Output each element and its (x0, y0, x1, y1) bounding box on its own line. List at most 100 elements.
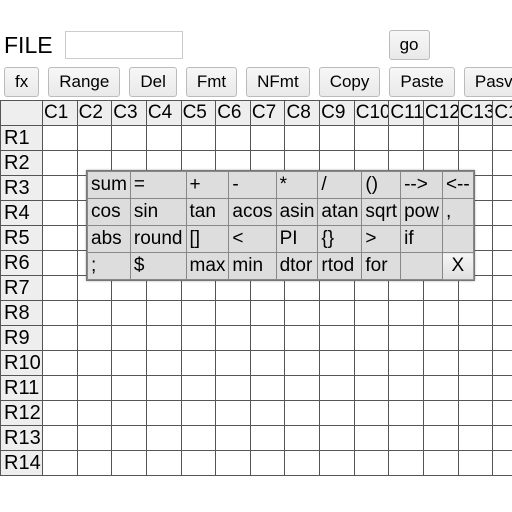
cell[interactable] (216, 351, 251, 376)
cell[interactable] (389, 326, 424, 351)
cell[interactable] (216, 326, 251, 351)
cell[interactable] (285, 426, 320, 451)
row-header[interactable]: R10 (1, 351, 43, 376)
cell[interactable] (424, 301, 459, 326)
range-button[interactable]: Range (48, 67, 120, 97)
cell[interactable] (493, 301, 512, 326)
cell[interactable] (112, 401, 147, 426)
cell[interactable] (458, 351, 493, 376)
cell[interactable] (181, 126, 216, 151)
fx-key[interactable]: tan (186, 199, 229, 226)
cell[interactable] (77, 126, 112, 151)
col-header[interactable]: C8 (285, 101, 320, 126)
cell[interactable] (146, 326, 181, 351)
cell[interactable] (493, 376, 512, 401)
cell[interactable] (216, 301, 251, 326)
cell[interactable] (285, 376, 320, 401)
cell[interactable] (389, 376, 424, 401)
cell[interactable] (146, 376, 181, 401)
cell[interactable] (424, 451, 459, 476)
cell[interactable] (320, 401, 355, 426)
cell[interactable] (77, 326, 112, 351)
cell[interactable] (458, 376, 493, 401)
cell[interactable] (181, 451, 216, 476)
cell[interactable] (112, 426, 147, 451)
cell[interactable] (320, 301, 355, 326)
spreadsheet-grid[interactable]: C1C2C3C4C5C6C7C8C9C10C11C12C13C14R1R2R3R… (0, 100, 512, 476)
fx-key[interactable]: < (229, 226, 276, 253)
cell[interactable] (250, 351, 285, 376)
fx-key[interactable]: asin (276, 199, 318, 226)
cell[interactable] (320, 351, 355, 376)
cell[interactable] (146, 401, 181, 426)
cell[interactable] (216, 401, 251, 426)
row-header[interactable]: R12 (1, 401, 43, 426)
cell[interactable] (354, 326, 389, 351)
row-header[interactable]: R7 (1, 276, 43, 301)
cell[interactable] (77, 351, 112, 376)
cell[interactable] (181, 376, 216, 401)
cell[interactable] (354, 376, 389, 401)
row-header[interactable]: R9 (1, 326, 43, 351)
cell[interactable] (43, 351, 78, 376)
fx-key[interactable]: sin (130, 199, 186, 226)
fx-key[interactable]: atan (318, 199, 362, 226)
fx-key[interactable]: min (229, 253, 276, 280)
cell[interactable] (493, 251, 512, 276)
cell[interactable] (458, 401, 493, 426)
cell[interactable] (389, 351, 424, 376)
cell[interactable] (43, 401, 78, 426)
cell[interactable] (43, 251, 78, 276)
col-header[interactable]: C12 (424, 101, 459, 126)
fx-key[interactable]: $ (130, 253, 186, 280)
cell[interactable] (424, 401, 459, 426)
cell[interactable] (146, 351, 181, 376)
cell[interactable] (216, 451, 251, 476)
cell[interactable] (493, 326, 512, 351)
file-input[interactable] (65, 31, 183, 59)
cell[interactable] (458, 451, 493, 476)
fx-key[interactable]: sum (88, 172, 131, 199)
cell[interactable] (493, 276, 512, 301)
cell[interactable] (43, 326, 78, 351)
cell[interactable] (493, 451, 512, 476)
cell[interactable] (458, 301, 493, 326)
cell[interactable] (77, 301, 112, 326)
fx-key[interactable]: / (318, 172, 362, 199)
cell[interactable] (354, 351, 389, 376)
cell[interactable] (43, 176, 78, 201)
fx-close-button[interactable]: X (442, 253, 473, 280)
fx-key[interactable]: , (442, 199, 473, 226)
cell[interactable] (389, 451, 424, 476)
cell[interactable] (43, 451, 78, 476)
cell[interactable] (424, 126, 459, 151)
col-header[interactable]: C13 (458, 101, 493, 126)
cell[interactable] (424, 426, 459, 451)
cell[interactable] (493, 401, 512, 426)
cell[interactable] (493, 226, 512, 251)
cell[interactable] (250, 326, 285, 351)
row-header[interactable]: R5 (1, 226, 43, 251)
fx-key[interactable]: - (229, 172, 276, 199)
fx-key[interactable]: cos (88, 199, 131, 226)
cell[interactable] (43, 376, 78, 401)
row-header[interactable]: R8 (1, 301, 43, 326)
cell[interactable] (320, 326, 355, 351)
cell[interactable] (43, 426, 78, 451)
cell[interactable] (458, 326, 493, 351)
cell[interactable] (285, 326, 320, 351)
cell[interactable] (146, 301, 181, 326)
cell[interactable] (77, 451, 112, 476)
cell[interactable] (493, 176, 512, 201)
col-header[interactable]: C1 (43, 101, 78, 126)
cell[interactable] (112, 326, 147, 351)
fx-key[interactable]: abs (88, 226, 131, 253)
cell[interactable] (493, 151, 512, 176)
cell[interactable] (181, 301, 216, 326)
cell[interactable] (354, 301, 389, 326)
col-header[interactable]: C3 (112, 101, 147, 126)
fx-key[interactable]: round (130, 226, 186, 253)
cell[interactable] (320, 376, 355, 401)
col-header[interactable]: C9 (320, 101, 355, 126)
row-header[interactable]: R4 (1, 201, 43, 226)
